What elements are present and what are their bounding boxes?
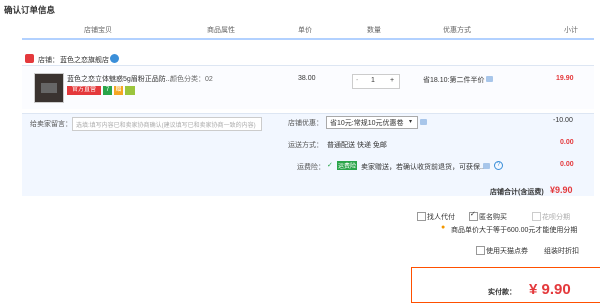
shipping-value: 普通配送 快递 免邮 — [327, 142, 387, 149]
location-pin-icon: ● — [441, 224, 446, 231]
gift-badge: 赠 — [114, 86, 123, 95]
tmall-points-label: 使用天猫点券 — [486, 248, 528, 255]
pay-label: 实付款： — [488, 289, 516, 296]
wangwang-icon[interactable] — [110, 54, 119, 63]
agent-pay-label: 找人代付 — [427, 214, 455, 221]
message-label: 给卖家留言： — [30, 121, 72, 128]
tmall-points-status: 组装时折扣 — [544, 248, 579, 255]
pay-summary-box: 实付款： ¥ 9.90 — [411, 267, 600, 303]
shop-total-value: ¥9.90 — [550, 185, 573, 195]
shipping-label: 运送方式： — [288, 142, 323, 149]
seven-day-badge: 7 — [103, 86, 112, 95]
shop-name-link[interactable]: 蓝色之恋旗舰店 — [60, 55, 109, 65]
col-qty: 数量 — [367, 27, 381, 34]
message-input[interactable]: 选填:填写内容已和卖家协商确认(建议填写已和卖家协商一致的内容) — [72, 117, 262, 131]
item-promo: 省18.10:第二件半价 — [423, 77, 485, 84]
quantity-stepper: - 1 + — [352, 74, 400, 89]
promo-info-icon[interactable] — [486, 76, 493, 82]
page-title: 确认订单信息 — [4, 5, 56, 15]
qty-input[interactable]: 1 — [371, 77, 375, 84]
insurance-info-icon[interactable] — [483, 163, 490, 169]
agent-pay-checkbox[interactable] — [417, 212, 426, 221]
discount-info-icon[interactable] — [420, 119, 427, 125]
qty-minus-button[interactable]: - — [356, 77, 358, 84]
table-header: 店铺宝贝 商品属性 单价 数量 优惠方式 小计 — [22, 20, 594, 40]
col-promo: 优惠方式 — [443, 27, 471, 34]
extra-badge — [125, 86, 135, 95]
help-icon[interactable]: ? — [494, 161, 503, 170]
huabei-label: 花呗分期 — [542, 214, 570, 221]
item-attr: 颜色分类：02 — [170, 76, 213, 83]
insurance-amount: 0.00 — [560, 161, 574, 168]
shop-total-label: 店铺合计(含运费) — [490, 189, 544, 196]
col-item: 店铺宝贝 — [84, 27, 112, 34]
huabei-checkbox[interactable] — [532, 212, 541, 221]
insurance-check-icon: ✓ — [327, 162, 333, 169]
col-subtotal: 小计 — [564, 27, 578, 34]
shop-discount-select[interactable]: 省10元:常规10元优惠卷 ▾ — [326, 116, 418, 129]
tmall-points-checkbox[interactable] — [476, 246, 485, 255]
shop-icon — [25, 54, 34, 63]
message-placeholder: 选填:填写内容已和卖家协商确认(建议填写已和卖家协商一致的内容) — [76, 123, 256, 129]
insurance-text: 卖家赠送，若确认收货前退货，可获保... — [361, 164, 486, 171]
product-thumbnail[interactable] — [34, 73, 64, 103]
qty-plus-button[interactable]: + — [390, 77, 394, 84]
anonymous-label: 匿名购买 — [479, 214, 507, 221]
huabei-notice: 商品单价大于等于600.00元才能使用分期 — [451, 227, 578, 234]
insurance-label: 运费险： — [297, 164, 325, 171]
anonymous-checkbox[interactable] — [469, 210, 478, 221]
chevron-down-icon: ▾ — [409, 119, 413, 125]
col-price: 单价 — [298, 27, 312, 34]
shop-label: 店铺： — [38, 57, 59, 64]
shop-discount-amount: -10.00 — [553, 117, 573, 124]
col-attr: 商品属性 — [207, 27, 235, 34]
item-title-link[interactable]: 蓝色之恋立体魅惑5g眉粉正品防... — [67, 74, 172, 84]
official-badge: 官方直营 — [67, 86, 101, 95]
insurance-tag: 运费险 — [337, 161, 358, 170]
item-price: 38.00 — [298, 75, 316, 82]
item-subtotal: 19.90 — [556, 75, 574, 82]
shop-discount-label: 店铺优惠： — [288, 120, 323, 127]
pay-amount: ¥ 9.90 — [529, 281, 571, 298]
shop-discount-value: 省10元:常规10元优惠卷 — [330, 120, 404, 127]
shipping-amount: 0.00 — [560, 139, 574, 146]
